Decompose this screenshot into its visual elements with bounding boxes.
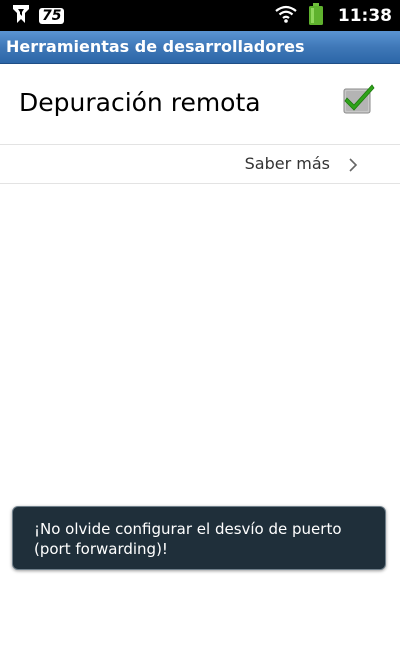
learn-more-row[interactable]: Saber más — [0, 145, 400, 184]
status-bar-right: 11:38 — [274, 0, 392, 31]
remote-debugging-checkbox[interactable] — [343, 84, 375, 118]
page-title: Herramientas de desarrolladores — [6, 37, 305, 56]
status-bar-left: 75 — [10, 3, 65, 29]
title-bar: Herramientas de desarrolladores — [0, 31, 400, 64]
toast-text: ¡No olvide configurar el desvío de puert… — [34, 520, 342, 558]
learn-more-label: Saber más — [244, 154, 330, 173]
app-notification-icon[interactable] — [10, 3, 32, 29]
status-bar: 75 11:38 — [0, 0, 400, 31]
remote-debugging-row[interactable]: Depuración remota — [0, 64, 400, 145]
remote-debugging-label: Depuración remota — [19, 88, 261, 117]
wifi-icon — [274, 4, 298, 28]
chevron-right-icon — [347, 157, 359, 173]
battery-icon — [308, 2, 324, 29]
toast-message: ¡No olvide configurar el desvío de puert… — [12, 506, 386, 570]
clock: 11:38 — [337, 5, 392, 26]
notification-count-badge: 75 — [39, 8, 65, 24]
